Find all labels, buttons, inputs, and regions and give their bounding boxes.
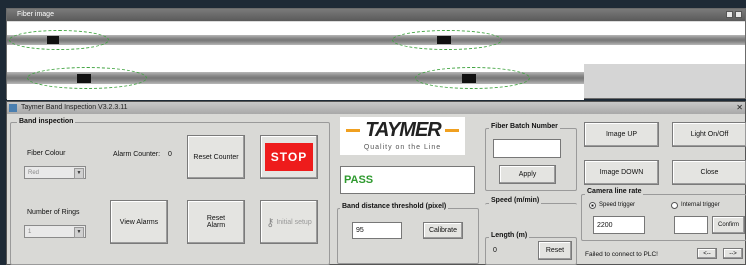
light-toggle-button[interactable]: Light On/Off <box>672 122 746 147</box>
initial-setup-button[interactable]: ⚷ Initial setup <box>260 200 318 244</box>
status-indicator: PASS <box>340 166 475 194</box>
band-inspection-window: Taymer Band Inspection V3.2.3.11 ✕ Band … <box>6 101 746 265</box>
length-value: 0 <box>493 247 497 254</box>
chevron-down-icon: ▼ <box>74 227 84 238</box>
fiber-window-titlebar: Fiber image <box>7 9 745 21</box>
reset-counter-button[interactable]: Reset Counter <box>187 135 245 179</box>
length-label: Length (m) <box>489 232 530 239</box>
fiber-colour-select[interactable]: Red ▼ <box>24 166 86 179</box>
band-inspection-label: Band inspection <box>17 118 76 125</box>
reset-alarm-button[interactable]: Reset Alarm <box>187 200 245 244</box>
alarm-counter-label: Alarm Counter: <box>113 151 161 158</box>
speed-label: Speed (m/min) <box>489 197 542 204</box>
speed-trigger-radio[interactable] <box>589 202 596 209</box>
apply-button[interactable]: Apply <box>499 165 556 184</box>
main-window-titlebar: Taymer Band Inspection V3.2.3.11 ✕ <box>7 102 745 114</box>
rings-label: Number of Rings <box>27 209 80 216</box>
minimize-icon[interactable] <box>726 11 733 18</box>
camera-label: Camera line rate <box>585 188 644 195</box>
internal-trigger-radio[interactable] <box>671 202 678 209</box>
stop-button[interactable]: STOP <box>265 143 313 171</box>
calibrate-button[interactable]: Calibrate <box>423 222 463 239</box>
threshold-input[interactable]: 95 <box>352 222 402 239</box>
batch-label: Fiber Batch Number <box>489 123 560 130</box>
fiber-strip-2 <box>7 64 584 100</box>
prev-button[interactable]: <-- <box>697 248 717 259</box>
taymer-logo: TAYMER Quality on the Line <box>340 117 465 155</box>
initial-setup-label: Initial setup <box>276 218 312 226</box>
chevron-down-icon: ▼ <box>74 168 84 179</box>
stop-button-frame[interactable]: STOP <box>260 135 318 179</box>
line-rate-input[interactable]: 2200 <box>593 216 645 234</box>
fiber-colour-label: Fiber Colour <box>27 150 66 157</box>
length-reset-button[interactable]: Reset <box>538 241 572 260</box>
logo-text: TAYMER <box>365 119 441 141</box>
app-icon <box>9 104 17 112</box>
internal-trigger-label: Internal trigger <box>681 202 720 208</box>
fiber-colour-value: Red <box>28 170 40 176</box>
image-up-button[interactable]: Image UP <box>584 122 659 147</box>
confirm-button[interactable]: Confirm <box>712 216 745 234</box>
fiber-strip-1 <box>7 22 745 64</box>
speed-group <box>485 203 577 227</box>
fiber-window-title: Fiber image <box>17 11 54 18</box>
internal-rate-input[interactable] <box>674 216 708 234</box>
view-alarms-button[interactable]: View Alarms <box>110 200 168 244</box>
threshold-label: Band distance threshold (pixel) <box>340 203 449 210</box>
close-icon[interactable]: ✕ <box>736 102 743 114</box>
main-window-title: Taymer Band Inspection V3.2.3.11 <box>21 104 128 111</box>
batch-input[interactable] <box>493 139 561 158</box>
close-button[interactable]: Close <box>672 160 746 185</box>
speed-trigger-label: Speed trigger <box>599 202 636 208</box>
rings-value: 1 <box>28 229 32 235</box>
next-button[interactable]: --> <box>723 248 743 259</box>
key-icon: ⚷ <box>266 216 275 229</box>
alarm-counter-value: 0 <box>168 151 172 158</box>
status-message: Failed to connect to PLC! <box>585 251 658 258</box>
maximize-icon[interactable] <box>735 11 742 18</box>
logo-tagline: Quality on the Line <box>363 144 442 151</box>
image-down-button[interactable]: Image DOWN <box>584 160 659 185</box>
fiber-image-window: Fiber image <box>6 8 746 100</box>
rings-select[interactable]: 1 ▼ <box>24 225 86 238</box>
